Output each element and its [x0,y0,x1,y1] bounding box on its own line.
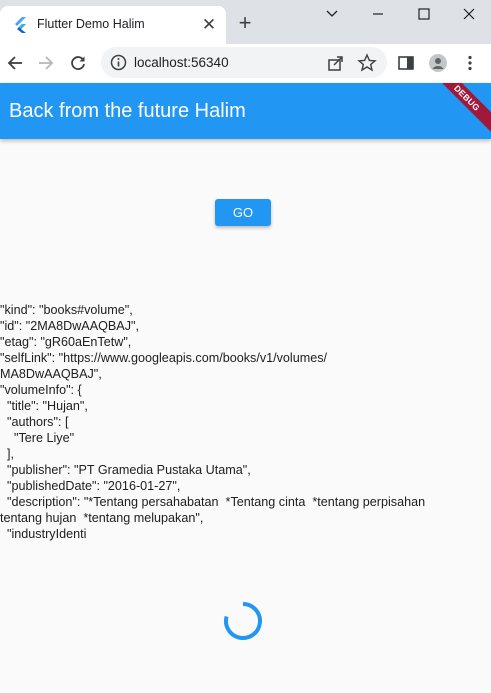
page-title: Back from the future Halim [9,100,246,122]
maximize-icon[interactable] [401,0,447,28]
loading-spinner [224,602,262,640]
debug-banner-area: DEBUG [431,83,491,143]
side-panel-icon[interactable] [394,51,418,75]
tab-strip: Flutter Demo Halim ✕ + [0,0,491,44]
minimize-icon[interactable] [355,0,401,28]
reload-icon[interactable] [66,51,90,75]
star-icon[interactable] [357,53,377,73]
back-icon[interactable] [3,51,27,75]
app-bar: Back from the future Halim [0,83,491,139]
new-tab-button[interactable]: + [233,11,257,35]
tab-title: Flutter Demo Halim [37,17,145,31]
chevron-down-icon[interactable] [309,0,355,28]
share-icon[interactable] [326,53,346,73]
profile-icon[interactable] [426,51,450,75]
tab-close-button[interactable]: ✕ [199,15,219,35]
url-text: localhost:56340 [134,55,229,70]
flutter-icon [15,17,26,33]
menu-icon[interactable] [458,51,482,75]
tab-flutter-demo[interactable]: Flutter Demo Halim ✕ [0,6,226,44]
result-text: "kind": "books#volume", "id": "2MA8DwAAQ… [0,303,426,541]
info-icon[interactable] [110,54,127,71]
address-bar[interactable]: localhost:56340 [101,47,387,78]
debug-banner: DEBUG [431,83,491,136]
go-button[interactable]: GO [215,199,271,226]
close-icon[interactable] [446,0,491,28]
browser-toolbar: localhost:56340 [0,44,491,82]
forward-icon[interactable] [34,51,58,75]
